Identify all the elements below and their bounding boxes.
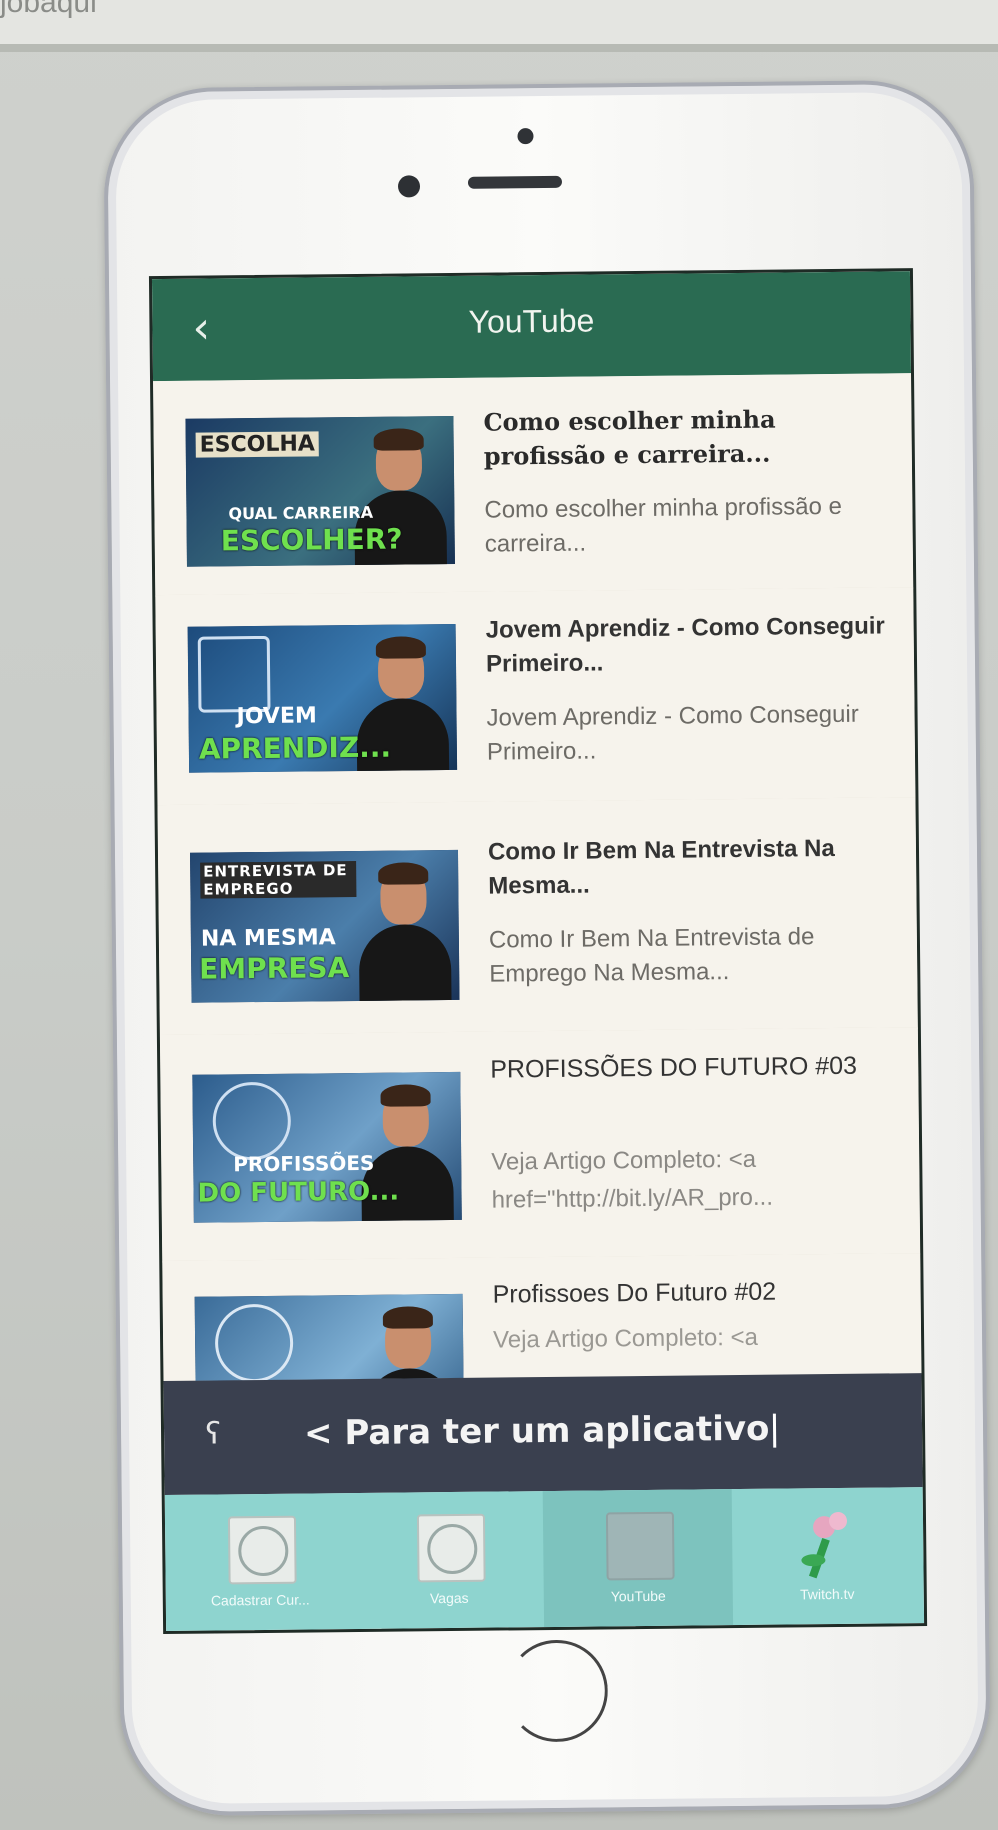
video-description: Como Ir Bem Na Entrevista de Emprego Na …	[488, 923, 815, 988]
promo-text: < Para ter um aplicativo	[304, 1409, 777, 1454]
browser-divider	[0, 44, 998, 52]
camera-icon	[397, 175, 421, 198]
video-list-item[interactable]: ESCOLHA QUAL CARREIRA ESCOLHER? Como esc…	[153, 373, 914, 598]
video-title[interactable]: Jovem Aprendiz - Como Conseguir Primeiro…	[485, 609, 886, 681]
speaker-grille	[467, 175, 563, 189]
thumbnail-caption: EMPRESA	[199, 951, 350, 986]
builder-logo-icon: ʕ	[203, 1416, 223, 1452]
tab-label: YouTube	[610, 1587, 666, 1605]
thumbnail-caption: ESCOLHA	[195, 431, 320, 458]
home-button[interactable]	[505, 1639, 609, 1743]
tab-twitch[interactable]: Twitch.tv	[732, 1487, 922, 1625]
video-thumbnail[interactable]: JOVEM APRENDIZ...	[187, 623, 458, 773]
phone-frame: ‹ YouTube ESCOLHA QUAL CARREIRA ESCOLHER…	[102, 79, 992, 1817]
thumbnail-caption: QUAL CARREIRA	[228, 502, 374, 524]
video-thumbnail[interactable]: ENTREVISTA DE EMPREGO NA MESMA EMPRESA	[189, 849, 460, 1003]
tab-label: Twitch.tv	[799, 1585, 855, 1603]
video-title[interactable]: Como escolher minha profissão e carreira…	[483, 401, 884, 473]
video-thumbnail[interactable]: PROFISSÕES DO FUTURO...	[192, 1071, 462, 1223]
video-list-item[interactable]: ENTREVISTA DE EMPREGO NA MESMA EMPRESA C…	[157, 797, 918, 1038]
tab-label: Vagas	[429, 1589, 469, 1607]
presenter-image	[363, 1304, 457, 1382]
video-list-item[interactable]: PROFISSÕES DO FUTURO... PROFISSÕES DO FU…	[159, 1027, 921, 1264]
thumbnail-caption: ESCOLHER?	[220, 522, 403, 558]
video-title[interactable]: Como Ir Bem Na Entrevista Na Mesma...	[488, 831, 889, 903]
video-list-item[interactable]: Profissoes Do Futuro #02 Veja Artigo Com…	[162, 1253, 922, 1382]
thumbnail-caption: JOVEM	[236, 703, 317, 730]
phone-screen: ‹ YouTube ESCOLHA QUAL CARREIRA ESCOLHER…	[148, 268, 928, 1635]
sensor-icon	[517, 128, 534, 145]
tab-label: Cadastrar Cur...	[210, 1591, 310, 1609]
badge-logo-icon	[416, 1513, 486, 1583]
promo-banner[interactable]: ʕ < Para ter um aplicativo	[163, 1373, 923, 1496]
thumbnail-caption: PROFISSÕES	[233, 1150, 375, 1177]
tab-cadastrar[interactable]: Cadastrar Cur...	[165, 1493, 355, 1631]
tab-vagas[interactable]: Vagas	[354, 1491, 544, 1629]
video-description: Veja Artigo Completo: <a href="http://bi…	[491, 1145, 774, 1214]
video-list[interactable]: ESCOLHA QUAL CARREIRA ESCOLHER? Como esc…	[153, 373, 922, 1382]
badge-logo-icon	[227, 1515, 297, 1585]
video-thumbnail[interactable]: ESCOLHA QUAL CARREIRA ESCOLHER?	[185, 415, 455, 567]
thumbnail-caption: DO FUTURO...	[197, 1176, 400, 1209]
presenter-image	[358, 860, 452, 1003]
youtube-icon	[605, 1511, 675, 1581]
thumbnail-caption: NA MESMA	[200, 925, 336, 952]
video-title[interactable]: PROFISSÕES DO FUTURO #03	[490, 1045, 890, 1089]
thumbnail-caption: ENTREVISTA DE EMPREGO	[200, 860, 357, 899]
video-description: Como escolher minha profissão e carreira…	[484, 492, 843, 558]
checklist-icon	[197, 635, 271, 713]
video-title[interactable]: Profissoes Do Futuro #02	[492, 1273, 892, 1311]
globe-icon	[214, 1303, 294, 1382]
bottom-tab-bar: Cadastrar Cur... Vagas YouTube Twitch.tv	[164, 1487, 925, 1632]
video-list-item[interactable]: JOVEM APRENDIZ... Jovem Aprendiz - Como …	[155, 587, 916, 808]
text-cursor	[773, 1413, 777, 1448]
video-thumbnail[interactable]	[194, 1293, 465, 1382]
page-title: YouTube	[468, 302, 595, 340]
globe-icon	[212, 1081, 292, 1161]
video-description: Jovem Aprendiz - Como Conseguir Primeiro…	[486, 700, 859, 766]
browser-top-text: jobaqui	[0, 0, 97, 19]
app-header: ‹ YouTube	[151, 271, 912, 382]
video-description: Veja Artigo Completo: <a	[492, 1323, 759, 1354]
tab-youtube[interactable]: YouTube	[542, 1489, 734, 1628]
flower-icon	[795, 1510, 860, 1579]
browser-top-strip: jobaqui	[0, 0, 998, 44]
thumbnail-caption: APRENDIZ...	[198, 730, 392, 766]
